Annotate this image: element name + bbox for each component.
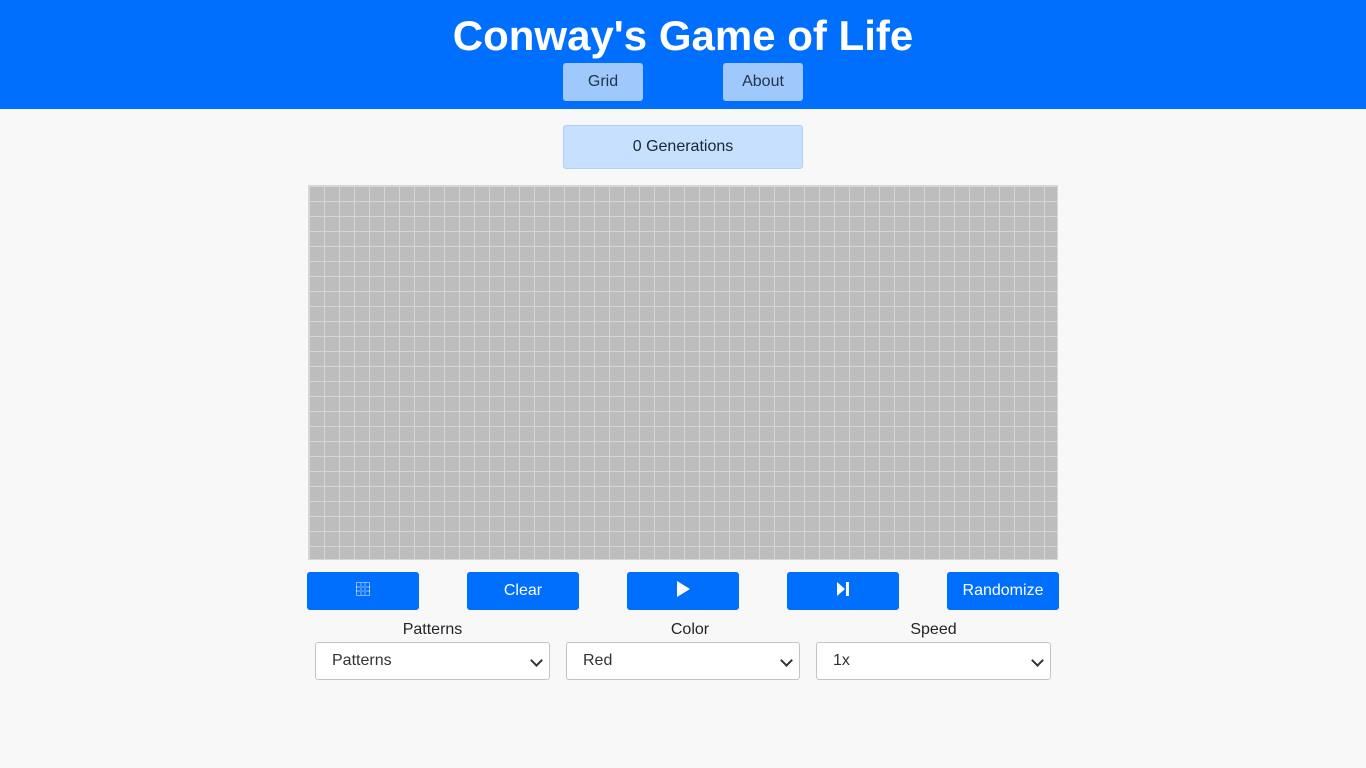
color-label: Color: [670, 621, 710, 638]
chevron-down-icon: [530, 654, 543, 667]
nav-about-button[interactable]: About: [723, 63, 803, 101]
game-grid[interactable]: [308, 185, 1058, 560]
color-select-value: Red: [583, 652, 613, 669]
randomize-button[interactable]: Randomize: [947, 572, 1059, 610]
step-forward-button[interactable]: [787, 572, 899, 610]
patterns-select-value: Patterns: [332, 652, 392, 669]
step-forward-icon: [837, 581, 849, 601]
grid-toggle-button[interactable]: [307, 572, 419, 610]
grid-icon: [356, 581, 370, 601]
page-title: Conway's Game of Life: [452, 12, 914, 59]
nav-grid-button[interactable]: Grid: [563, 63, 643, 101]
patterns-select[interactable]: Patterns: [315, 642, 550, 680]
speed-select[interactable]: 1x: [816, 642, 1051, 680]
generation-counter: 0 Generations: [563, 125, 803, 169]
patterns-label: Patterns: [402, 621, 463, 638]
play-icon: [676, 580, 690, 602]
speed-label: Speed: [910, 621, 957, 638]
play-button[interactable]: [627, 572, 739, 610]
app-header: Conway's Game of Life Grid About: [0, 0, 1366, 109]
chevron-down-icon: [1031, 654, 1044, 667]
speed-select-value: 1x: [833, 652, 850, 669]
chevron-down-icon: [780, 654, 793, 667]
clear-button[interactable]: Clear: [467, 572, 579, 610]
color-select[interactable]: Red: [566, 642, 800, 680]
